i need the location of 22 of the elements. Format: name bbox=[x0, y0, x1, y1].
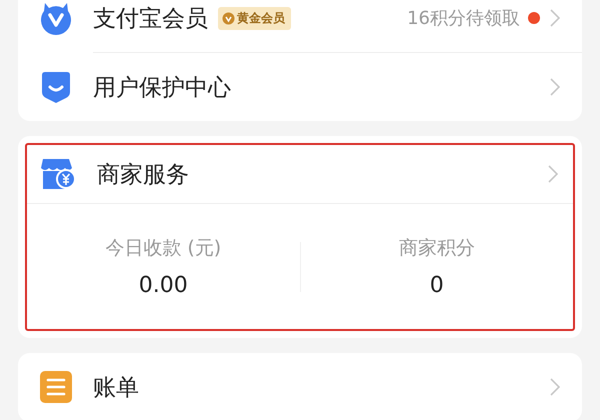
chevron-right-icon bbox=[550, 78, 560, 96]
stat-value: 0.00 bbox=[138, 273, 188, 298]
stat-label: 今日收款 (元) bbox=[105, 236, 222, 261]
merchant-title: 商家服务 bbox=[97, 160, 189, 190]
chevron-right-icon bbox=[548, 165, 558, 183]
menu-row[interactable]: 用户保护中心 bbox=[18, 53, 582, 121]
points-note: 16积分待领取 bbox=[407, 7, 520, 30]
badge-v-icon bbox=[222, 12, 235, 24]
shield-icon bbox=[40, 70, 72, 104]
stat-value: 0 bbox=[430, 273, 444, 298]
row-title: 支付宝会员 bbox=[93, 4, 208, 34]
row-title: 账单 bbox=[93, 374, 139, 402]
menu-row[interactable]: 支付宝会员 黄金会员 16积分待领取 bbox=[18, 0, 582, 52]
shop-icon bbox=[40, 157, 76, 191]
menu-row[interactable]: 账单 bbox=[18, 353, 582, 420]
row-title: 用户保护中心 bbox=[93, 74, 231, 102]
list-icon bbox=[40, 370, 72, 404]
chevron-right-icon bbox=[550, 378, 560, 396]
merchant-header[interactable]: 商家服务 bbox=[27, 145, 573, 204]
chevron-right-icon bbox=[550, 9, 560, 27]
stat-label: 商家积分 bbox=[398, 236, 475, 261]
member-badge: 黄金会员 bbox=[218, 6, 291, 30]
